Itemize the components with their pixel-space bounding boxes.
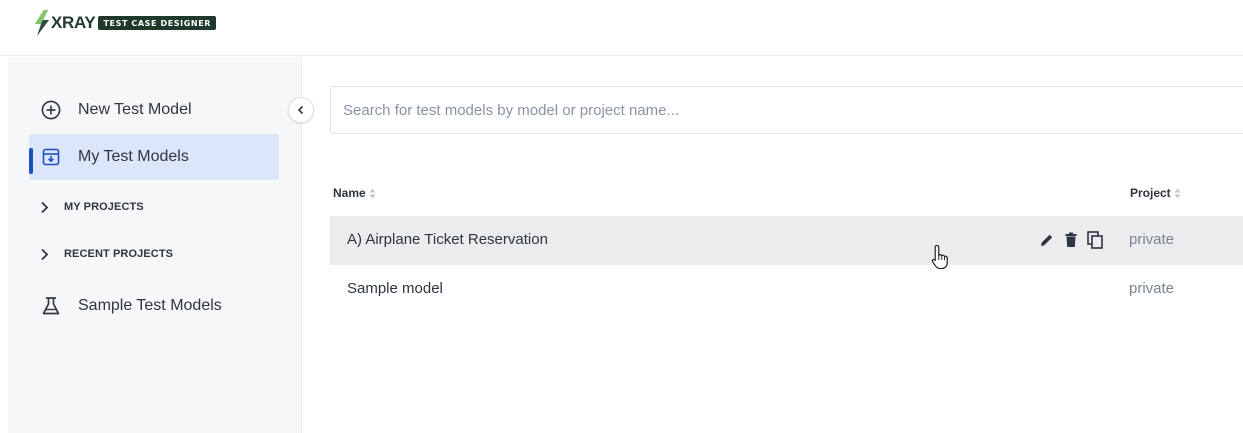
hand-pointer-cursor-icon	[931, 244, 948, 270]
sidebar-section-recent-projects[interactable]: RECENT PROJECTS	[38, 242, 173, 266]
edit-icon[interactable]	[1038, 231, 1056, 249]
column-header-label: Project	[1130, 186, 1171, 200]
search-box	[330, 86, 1243, 134]
search-input[interactable]	[331, 87, 1243, 133]
row-actions	[1038, 231, 1110, 249]
column-header-name[interactable]: Name	[333, 186, 376, 200]
delete-icon[interactable]	[1062, 231, 1080, 249]
collapse-sidebar-button[interactable]	[288, 97, 314, 123]
section-label: RECENT PROJECTS	[64, 248, 174, 260]
plus-circle-icon	[40, 99, 62, 121]
sort-icon	[1174, 188, 1181, 198]
sidebar-item-my-test-models[interactable]: My Test Models	[29, 134, 279, 180]
column-header-project[interactable]: Project	[1130, 186, 1181, 200]
table-row[interactable]: Sample model private	[330, 265, 1243, 314]
bolt-logo-icon	[35, 10, 49, 36]
archive-box-icon	[40, 146, 62, 168]
column-header-label: Name	[333, 186, 366, 200]
logo-text: XRAY	[51, 13, 96, 32]
sidebar-item-label: My Test Models	[78, 148, 189, 165]
active-indicator	[29, 148, 33, 174]
app-header: XRAY TEST CASE DESIGNER	[0, 0, 1243, 56]
chevron-right-icon	[38, 200, 50, 214]
sidebar-item-sample-test-models[interactable]: Sample Test Models	[29, 283, 279, 329]
model-name-cell[interactable]: Sample model	[347, 280, 443, 297]
table-row[interactable]: A) Airplane Ticket Reservation private	[330, 216, 1243, 265]
sidebar: New Test Model My Test Models MY PROJECT…	[8, 57, 302, 433]
app-logo[interactable]: XRAY TEST CASE DESIGNER	[34, 9, 217, 37]
sort-icon	[369, 188, 376, 198]
project-cell: private	[1129, 280, 1175, 297]
sidebar-item-new-test-model[interactable]: New Test Model	[29, 87, 279, 133]
section-label: MY PROJECTS	[64, 201, 144, 213]
model-name-cell[interactable]: A) Airplane Ticket Reservation	[347, 231, 548, 248]
sidebar-section-my-projects[interactable]: MY PROJECTS	[38, 195, 144, 219]
logo-badge: TEST CASE DESIGNER	[98, 16, 217, 30]
sidebar-item-label: Sample Test Models	[78, 297, 222, 314]
flask-icon	[40, 295, 62, 317]
copy-icon[interactable]	[1086, 231, 1104, 249]
sidebar-item-label: New Test Model	[78, 101, 192, 118]
project-cell: private	[1129, 231, 1175, 248]
chevron-right-icon	[38, 247, 50, 261]
chevron-left-icon	[297, 105, 304, 115]
